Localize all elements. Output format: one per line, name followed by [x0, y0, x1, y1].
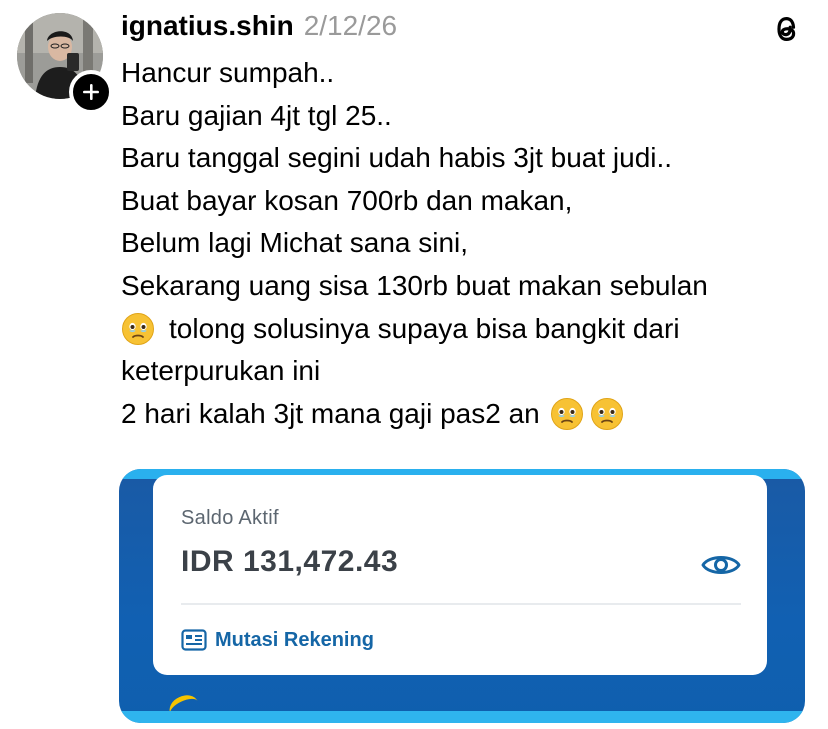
- plus-icon: [83, 84, 99, 100]
- post-date: 2/12/26: [303, 10, 398, 41]
- post-line: Baru gajian 4jt tgl 25..: [121, 99, 392, 131]
- statement-icon: [181, 629, 207, 651]
- post-line-with-emoji: 2 hari kalah 3jt mana gaji pas2 an: [121, 393, 811, 436]
- threads-icon[interactable]: [770, 12, 802, 46]
- username-link[interactable]: ignatius.shin: [121, 10, 294, 42]
- post-line: keterpurukan ini: [121, 355, 321, 387]
- post-line: Buat bayar kosan 700rb dan makan,: [121, 184, 573, 216]
- mutasi-rekening-link: Mutasi Rekening: [181, 625, 374, 655]
- face-holding-back-tears-icon: [550, 398, 583, 431]
- post-line: Sekarang uang sisa 130rb buat makan sebu…: [121, 269, 708, 301]
- balance-amount: IDR 131,472.43: [181, 545, 399, 578]
- follow-button[interactable]: [69, 70, 113, 114]
- post-line-text: 2 hari kalah 3jt mana gaji pas2 an: [121, 397, 540, 429]
- post-line-with-emoji: tolong solusinya supaya bisa bangkit dar…: [121, 308, 811, 351]
- balance-card: Saldo Aktif IDR 131,472.43 Mutasi Rekeni…: [153, 475, 767, 675]
- image-bottom-strip: [119, 711, 805, 723]
- mutasi-rekening-label: Mutasi Rekening: [215, 628, 374, 651]
- card-divider: [181, 603, 741, 605]
- attached-image[interactable]: Saldo Aktif IDR 131,472.43 Mutasi Rekeni…: [119, 469, 805, 723]
- post-body: Hancur sumpah.. Baru gajian 4jt tgl 25..…: [121, 52, 811, 435]
- post-line: Belum lagi Michat sana sini,: [121, 227, 469, 259]
- face-holding-back-tears-icon: [122, 312, 154, 345]
- post-header: ignatius.shin 2/12/26: [121, 6, 397, 46]
- eye-icon: [701, 556, 741, 574]
- post-line: Baru tanggal segini udah habis 3jt buat …: [121, 142, 673, 174]
- post-line: Hancur sumpah..: [121, 57, 335, 88]
- face-holding-back-tears-icon: [590, 398, 623, 431]
- balance-label: Saldo Aktif: [181, 507, 279, 529]
- author-avatar-container[interactable]: [17, 13, 113, 114]
- post-line-text: tolong solusinya supaya bisa bangkit dar…: [169, 312, 680, 344]
